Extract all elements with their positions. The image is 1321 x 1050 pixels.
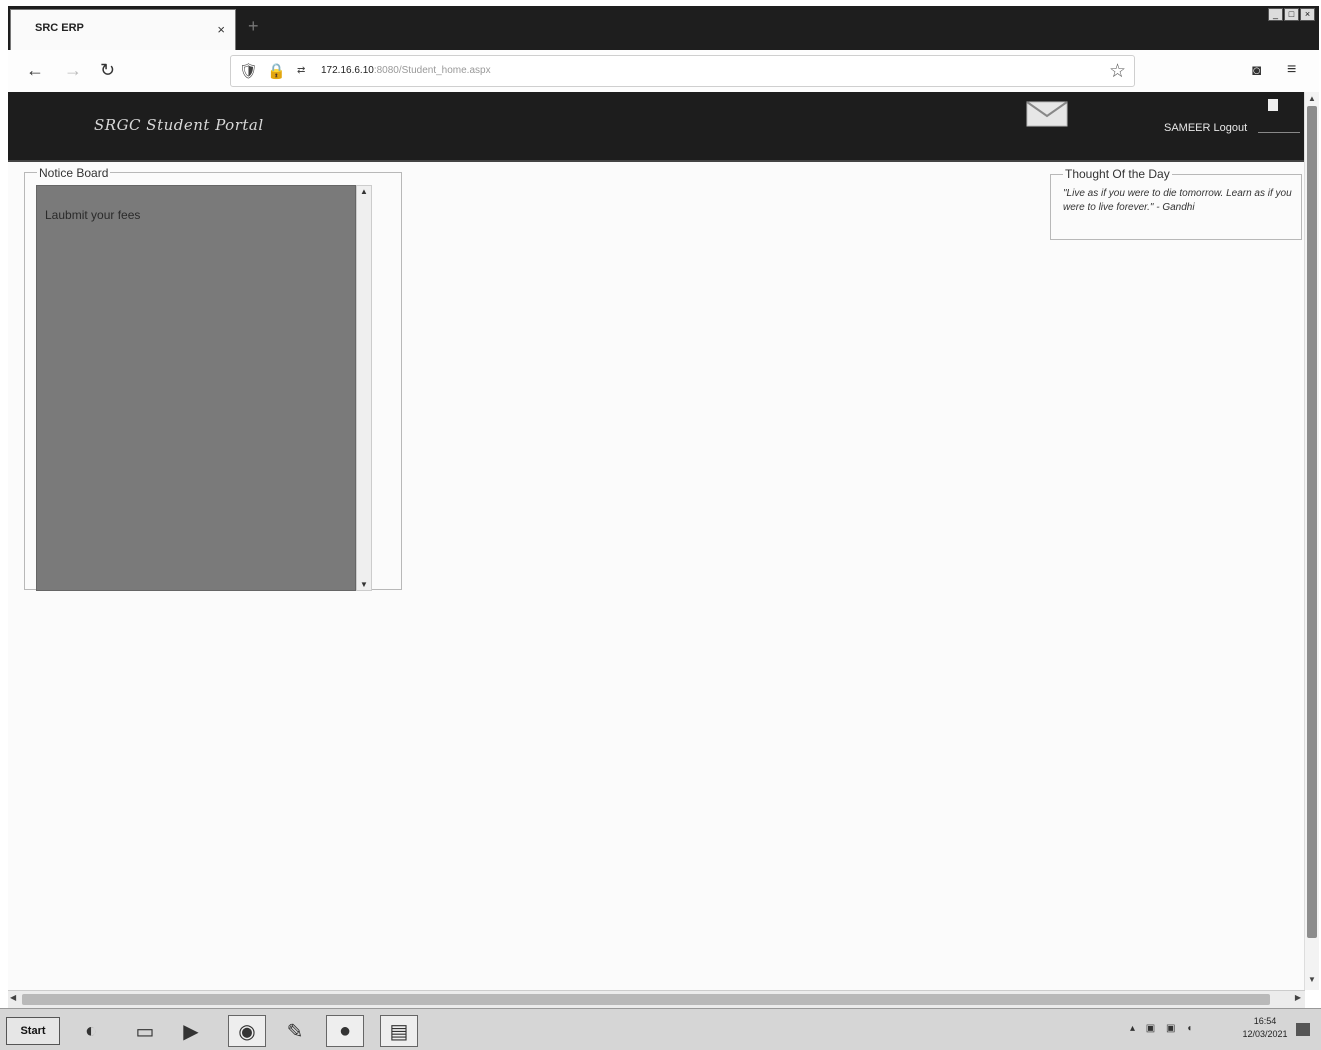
scroll-down-icon[interactable]: ▼ (1308, 975, 1316, 984)
notice-text: Laubmit your fees (45, 208, 141, 222)
scroll-up-icon[interactable]: ▲ (360, 187, 368, 196)
scroll-left-icon[interactable]: ◀ (10, 993, 16, 1002)
scroll-down-icon[interactable]: ▼ (360, 580, 368, 589)
scroll-up-icon[interactable]: ▲ (1308, 94, 1316, 103)
pen-app-icon[interactable]: ✎ (276, 1015, 314, 1047)
page-horizontal-scrollbar[interactable]: ◀ ▶ (8, 990, 1305, 1008)
browser-nav-bar: ← → ↻ 🛡 🔒 ⇄ 172.16.6.10:8080/Student_hom… (8, 50, 1319, 92)
notice-scrollbar[interactable]: ▲ ▼ (356, 185, 372, 591)
logout-link[interactable]: SAMEER Logout (1164, 122, 1247, 134)
window-controls: _ □ × (1268, 8, 1315, 21)
url-bar[interactable]: 🛡 🔒 ⇄ 172.16.6.10:8080/Student_home.aspx… (230, 55, 1135, 87)
lock-icon[interactable]: 🔒 (267, 62, 286, 80)
scroll-right-icon[interactable]: ▶ (1295, 993, 1301, 1002)
maximize-button[interactable]: □ (1284, 8, 1299, 21)
media-player-icon[interactable]: ▶ (172, 1015, 210, 1047)
web-page: SRGC Student Portal SAMEER Logout Notice… (8, 92, 1319, 990)
browser-tab[interactable]: SRC ERP × (10, 9, 236, 50)
browser-tab-bar: SRC ERP × + _ □ × (8, 6, 1319, 50)
url-host: 172.16.6.10 (321, 65, 374, 76)
page-vertical-scrollbar[interactable]: ▲ ▼ (1304, 92, 1319, 990)
document-viewer-icon[interactable]: ▤ (380, 1015, 418, 1047)
horizontal-scroll-thumb[interactable] (22, 994, 1270, 1005)
portal-title: SRGC Student Portal (94, 116, 264, 134)
document-icon[interactable] (1268, 99, 1278, 111)
os-taskbar: Start ◐ ▭ ▶ ◉ ✎ ● ▤ ▴ ▣ ▣ ◖ 16:54 12/03/… (0, 1008, 1321, 1050)
bookmark-star-icon[interactable]: ☆ (1109, 60, 1126, 83)
app-window-icon[interactable]: ◉ (228, 1015, 266, 1047)
taskbar-clock[interactable]: 16:54 12/03/2021 (1238, 1015, 1292, 1041)
url-text: 172.16.6.10:8080/Student_home.aspx (321, 65, 491, 76)
forward-arrow-icon[interactable]: → (64, 60, 82, 81)
system-tray[interactable]: ▴ ▣ ▣ ◖ (1130, 1023, 1196, 1034)
mail-icon[interactable] (1026, 101, 1068, 127)
thought-legend: Thought Of the Day (1063, 167, 1172, 181)
menu-icon[interactable]: ≡ (1287, 61, 1296, 79)
reload-icon[interactable]: ↻ (100, 60, 115, 81)
notice-board: Notice Board Laubmit your fees ▲ ▼ (24, 166, 402, 591)
vertical-scroll-thumb[interactable] (1307, 106, 1317, 938)
new-tab-button[interactable]: + (248, 16, 259, 37)
url-path: :8080/Student_home.aspx (373, 65, 491, 76)
header-divider (1258, 132, 1300, 133)
tab-title: SRC ERP (35, 22, 84, 34)
clock-date: 12/03/2021 (1242, 1029, 1288, 1039)
notice-board-content: Laubmit your fees (36, 185, 356, 591)
close-window-button[interactable]: × (1300, 8, 1315, 21)
show-desktop-button[interactable] (1296, 1023, 1310, 1036)
notice-board-legend: Notice Board (37, 166, 111, 180)
permissions-icon[interactable]: ⇄ (297, 65, 305, 76)
browser-app-icon[interactable]: ◐ (72, 1015, 110, 1047)
clock-time: 16:54 (1253, 1016, 1277, 1026)
minimize-button[interactable]: _ (1268, 8, 1283, 21)
thought-text: "Live as if you were to die tomorrow. Le… (1063, 188, 1292, 213)
shield-icon[interactable]: 🛡 (239, 62, 258, 80)
thought-of-the-day: Thought Of the Day "Live as if you were … (1050, 167, 1302, 240)
start-button[interactable]: Start (6, 1017, 60, 1045)
firefox-icon[interactable]: ● (326, 1015, 364, 1047)
back-arrow-icon[interactable]: ← (26, 60, 44, 81)
pocket-icon[interactable]: ◙ (1252, 62, 1261, 79)
portal-header: SRGC Student Portal SAMEER Logout (8, 92, 1304, 162)
tab-close-icon[interactable]: × (217, 22, 225, 37)
folder-icon[interactable]: ▭ (126, 1015, 164, 1047)
